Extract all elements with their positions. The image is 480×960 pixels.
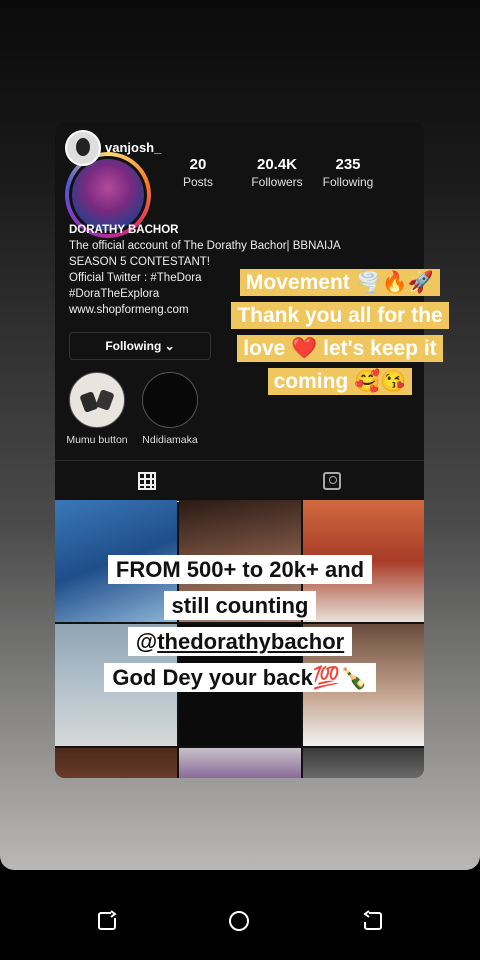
highlight-cover	[142, 372, 198, 428]
grid-photo[interactable]	[55, 748, 177, 778]
recent-apps-icon[interactable]	[96, 910, 118, 932]
story-text-line: coming 🥰😘	[267, 368, 413, 395]
grid-photo[interactable]	[179, 748, 301, 778]
posts-stat: 20 Posts	[182, 156, 213, 189]
bio-line: The official account of The Dorathy Bach…	[69, 240, 341, 252]
back-icon[interactable]	[362, 910, 384, 932]
profile-tabs	[55, 460, 424, 502]
tagged-icon	[323, 472, 341, 490]
grid-photo[interactable]	[303, 748, 424, 778]
story-text-milestone: FROM 500+ to 20k+ and still counting @th…	[60, 552, 420, 696]
highlight-cover	[69, 372, 125, 428]
story-text-line: love ❤️ let's keep it	[237, 335, 443, 362]
android-nav-bar	[0, 870, 480, 960]
highlight-label: Mumu button	[66, 434, 128, 446]
highlight-label: Ndidiamaka	[142, 434, 198, 446]
grid-icon	[138, 472, 156, 490]
story-text-line: Thank you all for the	[231, 302, 449, 329]
home-icon[interactable]	[228, 910, 250, 932]
tagged-user-avatar	[65, 130, 101, 166]
story-text-line: FROM 500+ to 20k+ and	[107, 555, 373, 584]
following-button[interactable]: Following ⌄	[69, 332, 211, 360]
highlight-mumu-button[interactable]: Mumu button	[61, 372, 133, 446]
tagged-username[interactable]: vanjosh_	[105, 140, 161, 155]
tab-tagged[interactable]	[240, 461, 424, 501]
followers-stat[interactable]: 20.4K Followers	[237, 156, 317, 189]
story-mention[interactable]: @thedorathybachor	[127, 627, 353, 656]
story-text-line: Movement 🌪️🔥🚀	[239, 269, 441, 296]
profile-name: DORATHY BACHOR	[69, 224, 179, 236]
tab-grid[interactable]	[55, 461, 239, 502]
story-text-line: still counting	[163, 591, 317, 620]
story-text-line: God Dey your back💯🍾	[104, 663, 376, 692]
story-text-movement: Movement 🌪️🔥🚀 Thank you all for the love…	[222, 266, 458, 398]
following-stat[interactable]: 235 Following	[309, 156, 387, 189]
highlight-ndidiamaka[interactable]: Ndidiamaka	[135, 372, 205, 446]
